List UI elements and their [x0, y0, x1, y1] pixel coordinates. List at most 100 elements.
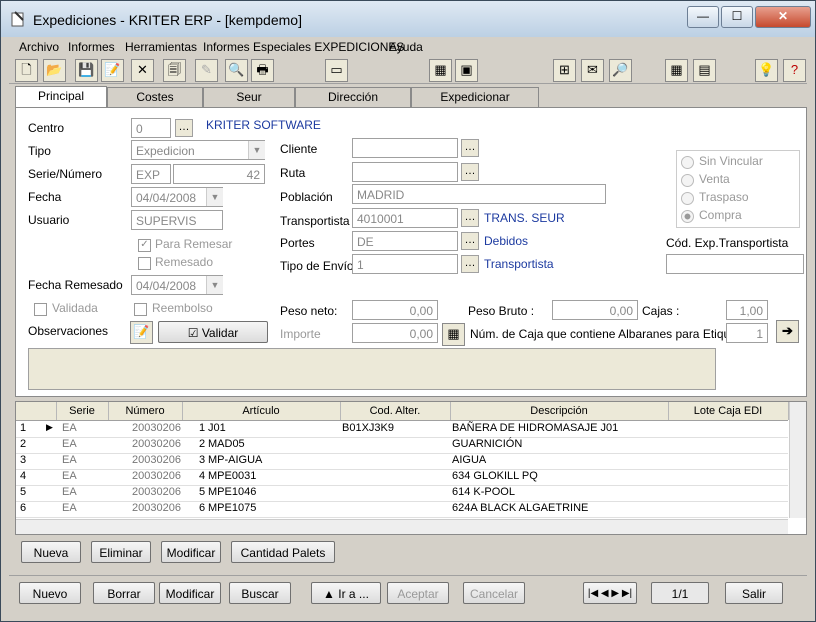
open-icon[interactable]: 📂 [43, 59, 66, 82]
observaciones-textarea[interactable] [28, 348, 716, 390]
nueva-button[interactable]: Nueva [21, 541, 81, 563]
validar-button[interactable]: ☑ Validar [158, 321, 268, 343]
col-articulo[interactable]: Artículo [182, 402, 341, 420]
radio-compra[interactable] [681, 210, 694, 223]
search-doc-icon[interactable]: 🔎 [609, 59, 632, 82]
reembolso-checkbox[interactable] [134, 303, 147, 316]
tab-costes[interactable]: Costes [107, 87, 203, 107]
peso-neto-field[interactable]: 0,00 [352, 300, 438, 320]
cliente-lookup-button[interactable]: … [461, 139, 479, 157]
grid-horizontal-scrollbar[interactable] [16, 519, 788, 534]
poblacion-field[interactable]: MADRID [352, 184, 606, 204]
tab-seur[interactable]: Seur [203, 87, 295, 107]
col-lote-caja[interactable]: Lote Caja EDI [668, 402, 789, 420]
table-row[interactable]: 2 EA 20030206 2 MAD05 GUARNICIÓN [16, 437, 788, 454]
ruta-lookup-button[interactable]: … [461, 163, 479, 181]
radio-traspaso[interactable] [681, 192, 694, 205]
print-preview-icon[interactable]: 🗐 [163, 59, 186, 82]
calculator-icon[interactable]: ▦ [429, 59, 452, 82]
arrow-right-icon[interactable]: ➔ [776, 320, 799, 343]
menu-informes[interactable]: Informes [68, 40, 115, 54]
tab-direccion[interactable]: Dirección [295, 87, 411, 107]
tree-icon[interactable]: ⊞ [553, 59, 576, 82]
col-serie[interactable]: Serie [56, 402, 109, 420]
tipo-select[interactable]: Expedicion [131, 140, 265, 160]
col-index [16, 402, 57, 420]
fecha-remesado-chevron-down-icon[interactable]: ▼ [206, 276, 223, 294]
menu-ayuda[interactable]: Ayuda [389, 40, 423, 54]
col-descripcion[interactable]: Descripción [450, 402, 669, 420]
minimize-button[interactable]: — [687, 6, 719, 28]
cajas-field[interactable]: 1,00 [726, 300, 768, 320]
close-button[interactable]: ✕ [755, 6, 811, 28]
modificar-button[interactable]: Modificar [159, 582, 221, 604]
num-caja-field[interactable]: 1 [726, 323, 768, 343]
save-disk-icon[interactable]: ▣ [455, 59, 478, 82]
transportista-lookup-button[interactable]: … [461, 209, 479, 227]
help-icon[interactable]: ? [783, 59, 806, 82]
cliente-field[interactable] [352, 138, 458, 158]
transportista-field[interactable]: 4010001 [352, 208, 458, 228]
ruta-field[interactable] [352, 162, 458, 182]
radio-sin-vincular[interactable] [681, 156, 694, 169]
new-icon[interactable]: 🗋 [15, 59, 38, 82]
table-row[interactable]: 3 EA 20030206 3 MP-AIGUA AIGUA [16, 453, 788, 470]
eliminar-button[interactable]: Eliminar [91, 541, 151, 563]
menu-herramientas[interactable]: Herramientas [125, 40, 197, 54]
record-navigator[interactable]: |◀ ◀ ▶ ▶| [583, 582, 637, 604]
table-row[interactable]: 5 EA 20030206 5 MPE1046 614 K-POOL [16, 485, 788, 502]
radio-venta[interactable] [681, 174, 694, 187]
preview-icon[interactable]: 🔍 [225, 59, 248, 82]
remesado-checkbox[interactable] [138, 257, 151, 270]
validada-checkbox[interactable] [34, 303, 47, 316]
centro-field[interactable]: 0 [131, 118, 171, 138]
borrar-button[interactable]: Borrar [93, 582, 155, 604]
tipo-chevron-down-icon[interactable]: ▼ [248, 141, 265, 159]
importe-field[interactable]: 0,00 [352, 323, 438, 343]
save-icon[interactable]: 💾 [75, 59, 98, 82]
col-numero[interactable]: Número [108, 402, 183, 420]
ir-a-button[interactable]: ▲ Ir a ... [311, 582, 381, 604]
calculator-small-icon[interactable]: ▤ [693, 59, 716, 82]
peso-bruto-field[interactable]: 0,00 [552, 300, 638, 320]
nuevo-button[interactable]: Nuevo [19, 582, 81, 604]
tipo-value: Expedicion [136, 144, 195, 158]
aceptar-button[interactable]: Aceptar [387, 582, 449, 604]
cancelar-button[interactable]: Cancelar [463, 582, 525, 604]
numero-field[interactable]: 42 [173, 164, 265, 184]
window-icon[interactable]: ▭ [325, 59, 348, 82]
disabled-icon[interactable]: ✎ [195, 59, 218, 82]
table-row[interactable]: 4 EA 20030206 4 MPE0031 634 GLOKILL PQ [16, 469, 788, 486]
para-remesar-checkbox[interactable]: ✓ [138, 239, 151, 252]
col-cod-alter[interactable]: Cod. Alter. [340, 402, 451, 420]
grid-vertical-scrollbar[interactable] [789, 402, 806, 518]
lightbulb-icon[interactable]: 💡 [755, 59, 778, 82]
portes-lookup-button[interactable]: … [461, 232, 479, 250]
grid-icon[interactable]: ▦ [665, 59, 688, 82]
cantidad-palets-button[interactable]: Cantidad Palets [231, 541, 335, 563]
menu-informes-especiales[interactable]: Informes Especiales EXPEDICIONES [203, 40, 404, 54]
portes-field[interactable]: DE [352, 231, 458, 251]
edit-icon[interactable]: 📝 [101, 59, 124, 82]
tipo-envio-lookup-button[interactable]: … [461, 255, 479, 273]
table-row[interactable]: 6 EA 20030206 6 MPE1075 624A BLACK ALGAETRINE [16, 501, 788, 518]
serie-field[interactable]: EXP [131, 164, 171, 184]
fecha-chevron-down-icon[interactable]: ▼ [206, 188, 223, 206]
observaciones-edit-icon[interactable]: 📝 [130, 321, 153, 344]
tab-principal[interactable]: Principal [15, 86, 107, 108]
tipo-envio-field[interactable]: 1 [352, 254, 458, 274]
menu-archivo[interactable]: Archivo [19, 40, 59, 54]
printer-icon[interactable]: 🖶 [251, 59, 274, 82]
delete-icon[interactable]: ✕ [131, 59, 154, 82]
maximize-button[interactable]: ☐ [721, 6, 753, 28]
modificar-line-button[interactable]: Modificar [161, 541, 221, 563]
salir-button[interactable]: Salir [725, 582, 783, 604]
usuario-field[interactable]: SUPERVIS [131, 210, 223, 230]
mail-icon[interactable]: ✉ [581, 59, 604, 82]
buscar-button[interactable]: Buscar [229, 582, 291, 604]
tab-expedicionar[interactable]: Expedicionar [411, 87, 539, 107]
table-row[interactable]: 1 EA 20030206 1 J01 B01XJ3K9 BAÑERA DE HIDROMA… [16, 421, 788, 438]
centro-lookup-button[interactable]: … [175, 119, 193, 137]
importe-calculator-icon[interactable]: ▦ [442, 323, 465, 346]
cod-exp-field[interactable] [666, 254, 804, 274]
